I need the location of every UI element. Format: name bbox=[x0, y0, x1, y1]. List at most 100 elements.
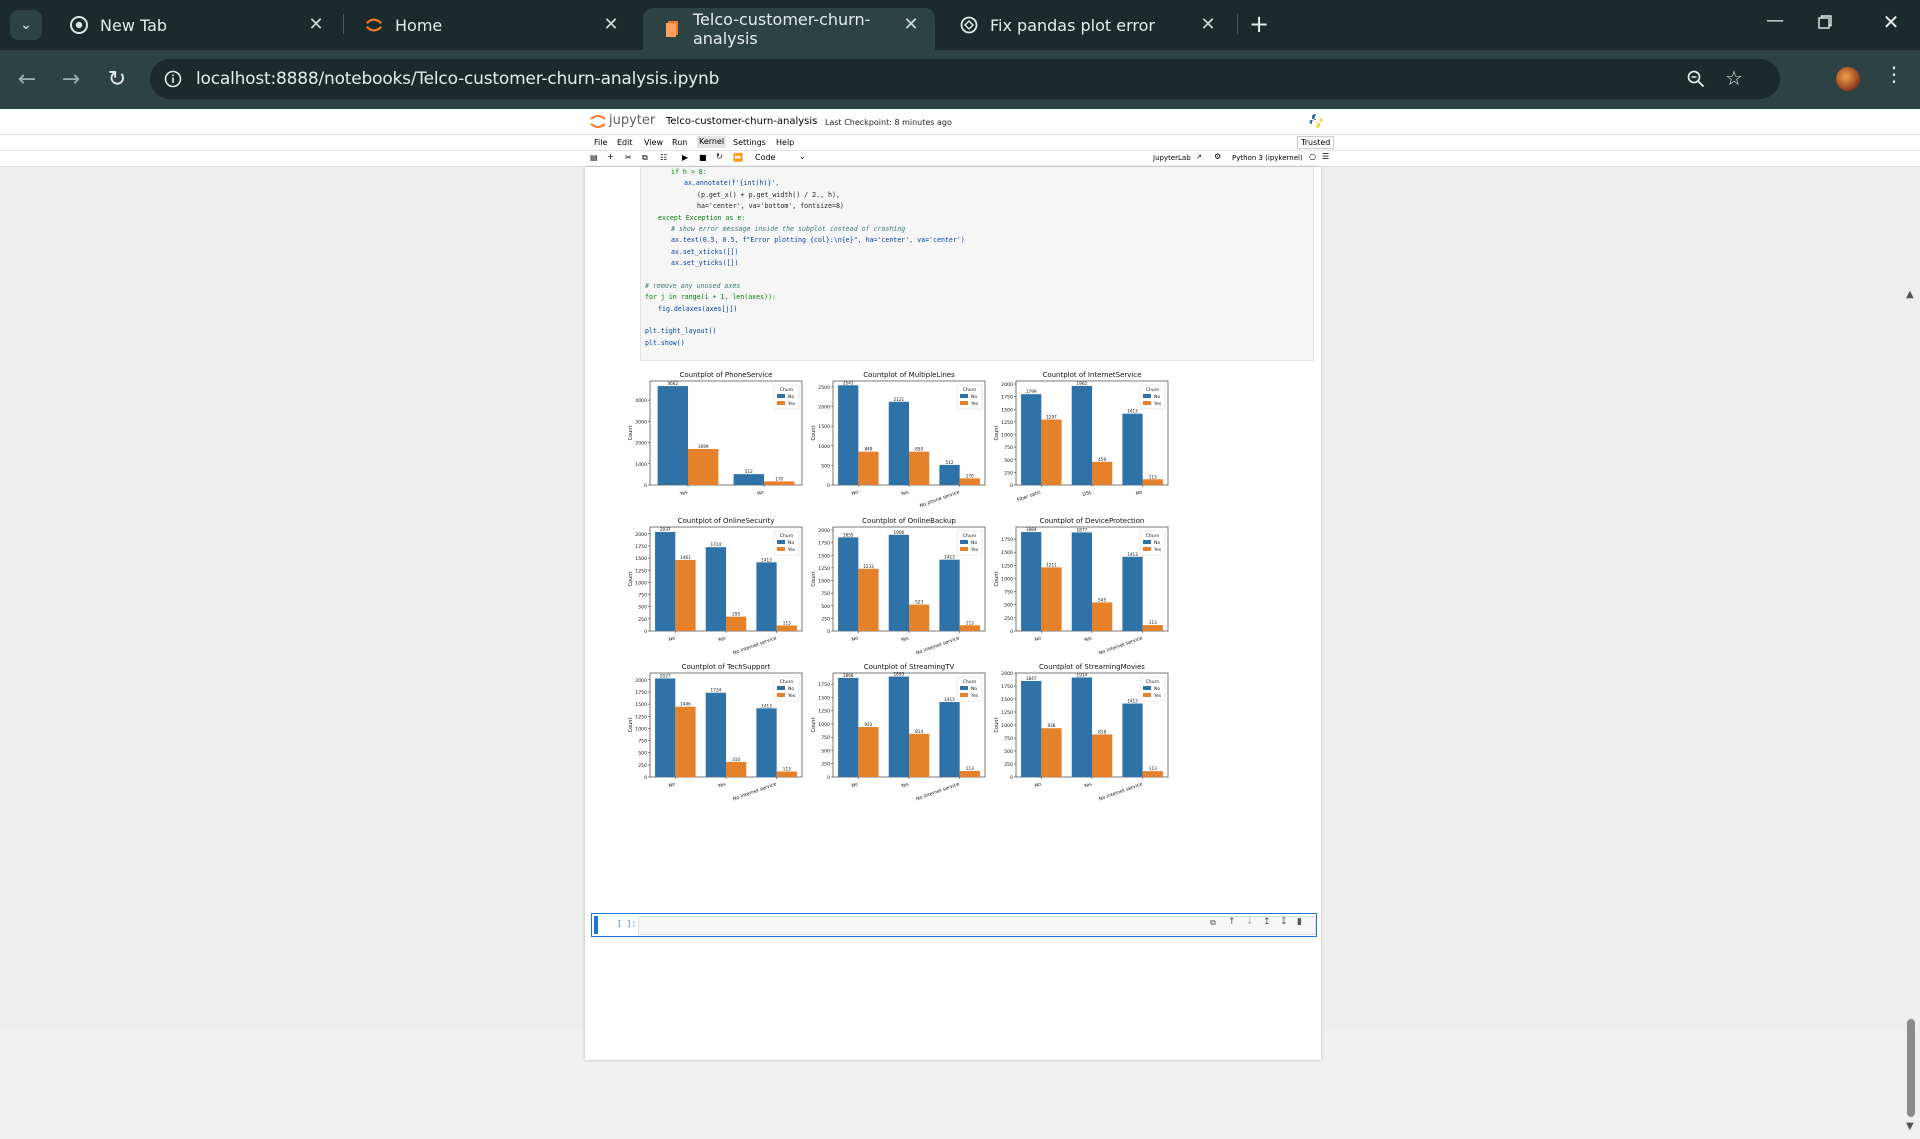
tab-search-button[interactable]: ⌄ bbox=[10, 10, 42, 40]
close-icon[interactable]: ✕ bbox=[901, 14, 921, 35]
bar-yes bbox=[1041, 567, 1062, 631]
reload-button[interactable]: ↻ bbox=[102, 65, 132, 95]
tab-fix-pandas[interactable]: Fix pandas plot error ✕ bbox=[940, 8, 1232, 42]
scroll-down-icon[interactable]: ▼ bbox=[1906, 1121, 1914, 1132]
jupyter-header: jupyter Telco-customer-churn-analysis La… bbox=[0, 109, 1920, 135]
x-tick-label: No bbox=[851, 635, 859, 643]
x-tick-label: No bbox=[668, 635, 676, 643]
page-scrollbar[interactable]: ▲ ▼ bbox=[1902, 289, 1920, 1139]
close-icon[interactable]: ✕ bbox=[306, 14, 326, 35]
code-line: plt.show() bbox=[645, 338, 685, 347]
bar-value-label: 512 bbox=[745, 469, 753, 474]
bar-value-label: 850 bbox=[915, 447, 923, 452]
insert-above-icon[interactable]: ↥ bbox=[1263, 917, 1271, 927]
notebook-title[interactable]: Telco-customer-churn-analysis bbox=[666, 116, 817, 127]
legend-label: No bbox=[788, 394, 794, 400]
jupyterlab-link[interactable]: JupyterLab bbox=[1153, 154, 1191, 162]
site-info-icon[interactable] bbox=[164, 70, 182, 88]
close-icon[interactable]: ✕ bbox=[601, 14, 621, 35]
menu-view[interactable]: View bbox=[644, 138, 663, 147]
copy-icon[interactable]: ⧉ bbox=[642, 153, 648, 163]
zoom-icon[interactable] bbox=[1687, 70, 1705, 88]
bar-no bbox=[657, 386, 688, 485]
bar-no bbox=[1071, 532, 1092, 631]
chevron-down-icon[interactable]: ⌄ bbox=[799, 152, 806, 161]
scroll-up-icon[interactable]: ▲ bbox=[1906, 289, 1914, 300]
scrollbar-thumb[interactable] bbox=[1907, 1019, 1915, 1117]
legend-label: No bbox=[971, 540, 977, 546]
minimize-button[interactable]: — bbox=[1760, 10, 1790, 40]
tab-home[interactable]: Home ✕ bbox=[345, 8, 635, 42]
y-axis-label: Count bbox=[811, 426, 817, 441]
legend-label: No bbox=[971, 394, 977, 400]
restart-icon[interactable]: ↻ bbox=[716, 152, 723, 161]
url-text[interactable]: localhost:8888/notebooks/Telco-customer-… bbox=[196, 69, 719, 89]
empty-code-cell[interactable]: [ ]: ⧉ ↑ ↓ ↥ ↧ ▮ bbox=[591, 913, 1317, 937]
bar-value-label: 1884 bbox=[1026, 527, 1037, 532]
legend-label: Yes bbox=[787, 401, 796, 407]
bar-yes bbox=[776, 625, 797, 631]
y-axis-label: Count bbox=[994, 718, 1000, 733]
menu-file[interactable]: File bbox=[594, 138, 607, 147]
bar-no bbox=[1122, 413, 1143, 485]
move-down-icon[interactable]: ↓ bbox=[1246, 917, 1254, 927]
menu-run[interactable]: Run bbox=[672, 138, 687, 147]
restore-button[interactable] bbox=[1818, 14, 1832, 29]
insert-cell-icon[interactable]: + bbox=[607, 152, 614, 161]
paste-icon[interactable]: ☷ bbox=[660, 153, 667, 162]
menu-help[interactable]: Help bbox=[776, 138, 794, 147]
code-line: ax.text(0.5, 0.5, f"Error plotting {col}… bbox=[671, 236, 965, 245]
code-cell[interactable]: if h > 0: ax.annotate(f'{int(h)}', (p.get_… bbox=[640, 167, 1314, 361]
tab-new-tab[interactable]: New Tab ✕ bbox=[50, 8, 340, 42]
chart-title: Countplot of TechSupport bbox=[682, 663, 771, 671]
kernel-name[interactable]: Python 3 (ipykernel) bbox=[1232, 154, 1303, 162]
gear-icon[interactable]: ⚙ bbox=[1214, 152, 1221, 161]
menu-edit[interactable]: Edit bbox=[617, 138, 633, 147]
forward-button[interactable]: → bbox=[56, 65, 86, 95]
bar-yes bbox=[959, 625, 980, 631]
bar-yes bbox=[909, 604, 930, 631]
delete-cell-icon[interactable]: ▮ bbox=[1297, 917, 1302, 927]
close-window-button[interactable]: ✕ bbox=[1876, 10, 1906, 40]
bar-value-label: 1734 bbox=[711, 688, 722, 693]
y-tick-label: 1500 bbox=[818, 695, 830, 701]
tab-telco-notebook[interactable]: Telco-customer-churn-analysis ✕ bbox=[643, 8, 935, 50]
code-line: ax.annotate(f'{int(h)}', bbox=[684, 179, 780, 188]
new-tab-button[interactable]: + bbox=[1244, 10, 1274, 40]
back-button[interactable]: ← bbox=[12, 65, 42, 95]
run-icon[interactable]: ▶ bbox=[682, 153, 688, 162]
legend-label: No bbox=[971, 686, 977, 692]
cut-icon[interactable]: ✂ bbox=[625, 153, 632, 162]
browser-menu-button[interactable]: ⋮ bbox=[1884, 64, 1904, 94]
close-icon[interactable]: ✕ bbox=[1198, 14, 1218, 35]
external-link-icon[interactable]: ↗ bbox=[1196, 153, 1202, 161]
bar-yes bbox=[909, 733, 930, 777]
x-tick-label: Yes bbox=[716, 781, 727, 790]
menu-settings[interactable]: Settings bbox=[733, 138, 766, 147]
run-all-icon[interactable]: ⏩ bbox=[733, 153, 743, 162]
chart-0: Countplot of PhoneService Count 0 1000 2000 3… bbox=[628, 371, 803, 498]
y-tick-label: 1000 bbox=[1001, 576, 1013, 582]
menu-kernel[interactable]: Kernel bbox=[697, 136, 727, 148]
y-tick-label: 250 bbox=[638, 617, 647, 623]
bar-yes bbox=[1041, 728, 1062, 777]
code-editor[interactable]: if h > 0: ax.annotate(f'{int(h)}', (p.get_… bbox=[645, 167, 965, 349]
profile-avatar[interactable] bbox=[1836, 67, 1860, 91]
save-icon[interactable]: ▤ bbox=[590, 153, 598, 162]
move-up-icon[interactable]: ↑ bbox=[1228, 917, 1236, 927]
jupyter-logo-icon[interactable] bbox=[590, 112, 606, 134]
trusted-indicator[interactable]: Trusted bbox=[1297, 136, 1335, 149]
bookmark-star-icon[interactable]: ☆ bbox=[1725, 66, 1743, 90]
y-tick-label: 500 bbox=[1004, 749, 1013, 755]
y-tick-label: 500 bbox=[821, 604, 830, 610]
duplicate-cell-icon[interactable]: ⧉ bbox=[1210, 918, 1216, 928]
y-tick-label: 1500 bbox=[1001, 407, 1013, 413]
page-viewport: jupyter Telco-customer-churn-analysis La… bbox=[0, 109, 1920, 1132]
address-bar[interactable]: localhost:8888/notebooks/Telco-customer-… bbox=[150, 59, 1780, 99]
stop-icon[interactable]: ■ bbox=[699, 153, 707, 162]
code-line: ax.set_yticks([]) bbox=[671, 259, 739, 268]
y-tick-label: 250 bbox=[821, 616, 830, 622]
legend-swatch bbox=[960, 547, 968, 551]
insert-below-icon[interactable]: ↧ bbox=[1280, 917, 1288, 927]
menu-lines-icon[interactable]: ☰ bbox=[1322, 152, 1329, 161]
